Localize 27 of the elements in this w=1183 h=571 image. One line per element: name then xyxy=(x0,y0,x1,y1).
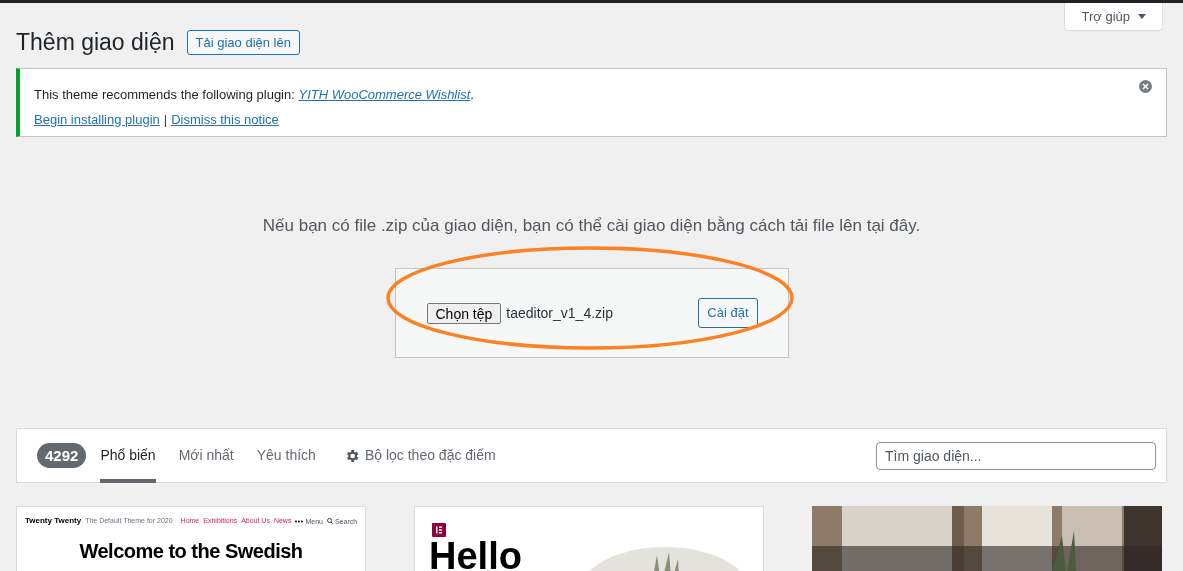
link-separator: | xyxy=(163,111,168,129)
search-field[interactable]: Tìm giao diện... xyxy=(876,441,1156,470)
upload-description: Nếu bạn có file .zip của giao diện, bạn có thể cài giao diện bằng cách tải file lên tại đây. xyxy=(262,214,921,237)
page-title: Thêm giao diện xyxy=(16,28,175,57)
install-button[interactable]: Cài đặt xyxy=(698,298,758,328)
logo-icon xyxy=(432,523,446,537)
search-icon xyxy=(326,518,333,524)
menu-dots-icon xyxy=(295,519,304,523)
site-title: Twenty Twenty xyxy=(25,515,82,527)
close-icon[interactable] xyxy=(1139,79,1152,93)
feature-filter-button[interactable]: Bộ lọc theo đặc điểm xyxy=(343,445,496,466)
notice-link[interactable]: Dismiss this notice xyxy=(171,110,279,130)
help-tab[interactable]: Trợ giúp xyxy=(1064,3,1163,31)
theme-headline: Hello xyxy=(429,541,522,571)
notice-link[interactable]: Begin installing plugin xyxy=(34,110,160,130)
upload-theme-button[interactable]: Tải giao diện lên xyxy=(186,29,300,55)
plugin-link[interactable]: YITH WooCommerce Wishlist xyxy=(298,86,471,102)
notice-message: This theme recommends the following plugin: YITH WooCommerce Wishlist. xyxy=(34,85,474,104)
theme-headline: Welcome to the Swedish xyxy=(79,541,303,561)
file-name: taeditor_v1_4.zip xyxy=(506,303,613,323)
filter-tab[interactable]: Yêu thích xyxy=(256,428,316,483)
choose-file-button[interactable]: Chọn tệp xyxy=(426,302,502,324)
theme-count: 4292 xyxy=(37,443,87,468)
filter-tab[interactable]: Phổ biến xyxy=(100,428,156,483)
caret-icon xyxy=(1138,14,1146,19)
filter-tab[interactable]: Mới nhất xyxy=(178,428,234,483)
theme-card[interactable]: Hello xyxy=(414,506,764,571)
